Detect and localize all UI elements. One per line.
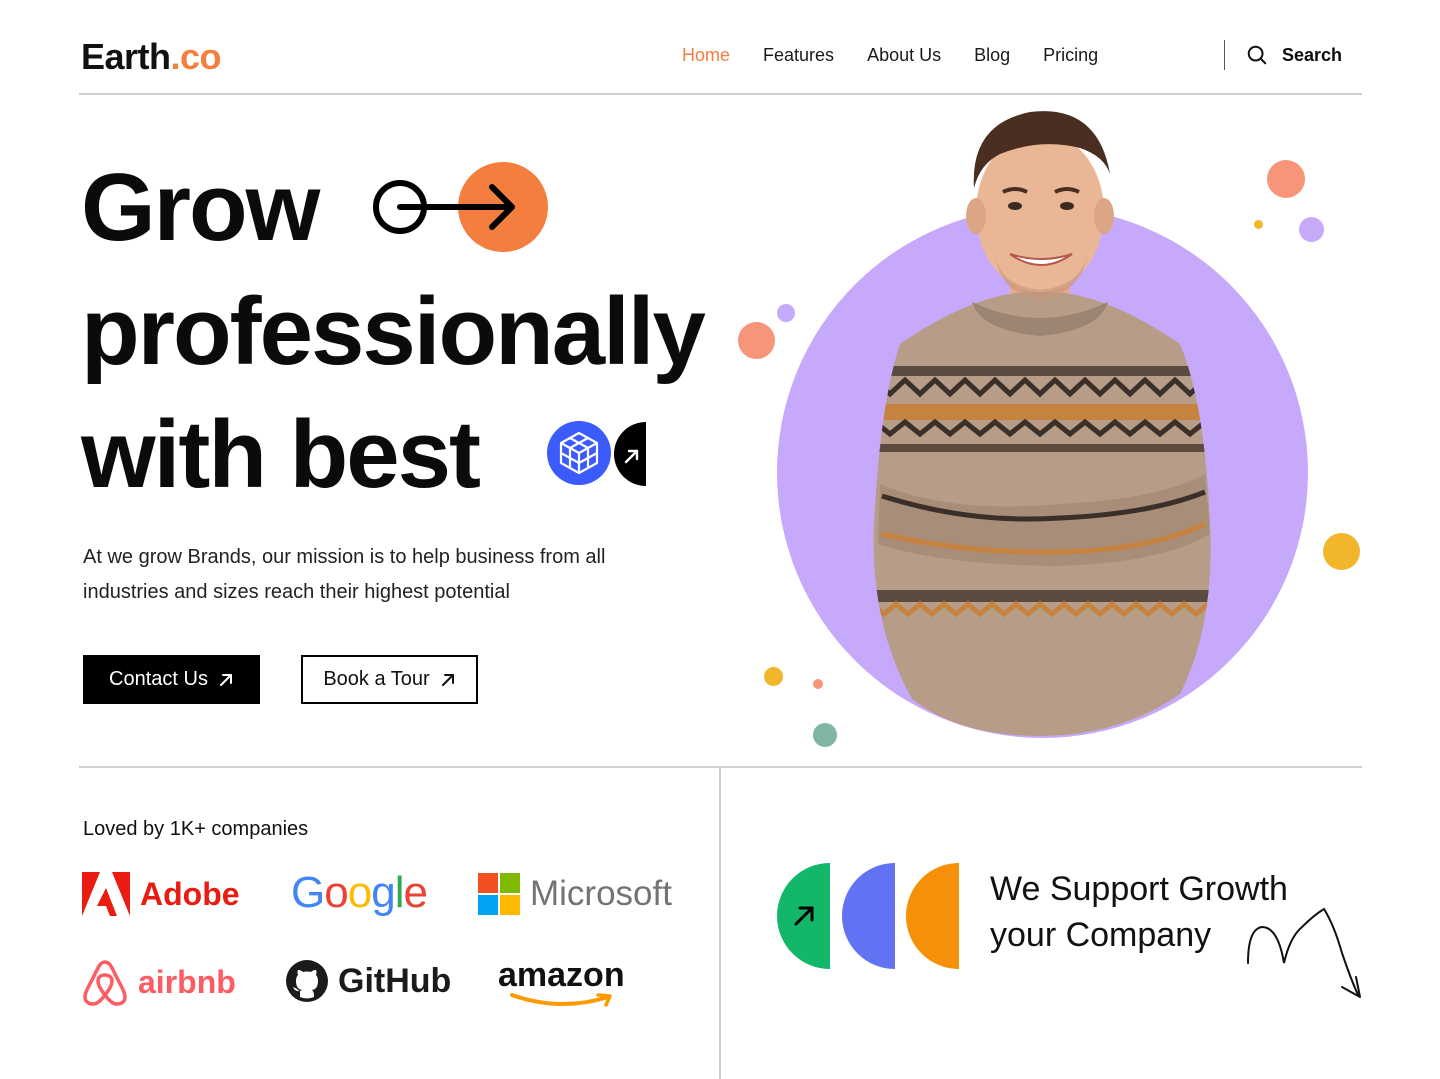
adobe-logo: Adobe (82, 872, 240, 916)
nav-divider (1224, 40, 1225, 70)
brand-logo[interactable]: Earth.co (81, 36, 222, 78)
book-a-tour-button[interactable]: Book a Tour (301, 655, 478, 704)
decor-dot (764, 667, 783, 686)
squiggle-arrow-icon (1247, 907, 1361, 998)
amazon-logo: amazon (498, 958, 628, 1008)
hero-title-line3: with best (81, 401, 481, 508)
arrow-circle-icon (373, 162, 548, 252)
search-icon (1247, 45, 1267, 65)
hero-person-image (873, 111, 1211, 736)
nav-home[interactable]: Home (682, 45, 730, 66)
airbnb-logo: airbnb (82, 958, 236, 1006)
contact-us-label: Contact Us (109, 668, 208, 690)
search-label: Search (1282, 44, 1343, 65)
hero-title-line1: Grow (81, 154, 320, 261)
vertical-divider (719, 768, 721, 1079)
nav-features[interactable]: Features (763, 45, 834, 66)
header-divider (79, 93, 1362, 95)
partners-heading: Loved by 1K+ companies (83, 818, 309, 840)
arrow-up-right-icon (219, 673, 232, 686)
nav-about-us[interactable]: About Us (867, 45, 941, 66)
arrow-up-right-icon (441, 673, 454, 686)
google-logo: Google (291, 868, 428, 917)
main-nav: Home Features About Us Blog Pricing (682, 45, 1098, 66)
search-button[interactable]: Search (1246, 44, 1342, 66)
nav-pricing[interactable]: Pricing (1043, 45, 1098, 66)
microsoft-logo: Microsoft (478, 873, 672, 915)
github-logo: GitHub (286, 960, 451, 1002)
decor-dot (813, 723, 837, 747)
contact-us-button[interactable]: Contact Us (83, 655, 260, 704)
decor-dot (1267, 160, 1305, 198)
adobe-icon (82, 872, 130, 916)
airbnb-icon (83, 960, 127, 1006)
nav-blog[interactable]: Blog (974, 45, 1010, 66)
decor-dot (738, 322, 775, 359)
microsoft-icon (478, 873, 520, 915)
hero-description: At we grow Brands, our mission is to hel… (83, 546, 606, 603)
github-icon (286, 960, 328, 1002)
decor-dot (777, 304, 795, 322)
amazon-smile-icon (510, 993, 612, 1007)
cube-icon (547, 421, 611, 485)
decor-dot (813, 679, 823, 689)
decor-dot (1299, 217, 1324, 242)
hero-title-line2: professionally (81, 278, 706, 385)
decor-dot (1323, 533, 1360, 570)
half-circle-arrow-icon (614, 422, 646, 486)
book-a-tour-label: Book a Tour (323, 668, 430, 690)
decor-dot (1254, 220, 1263, 229)
support-shapes-icon (777, 863, 959, 969)
